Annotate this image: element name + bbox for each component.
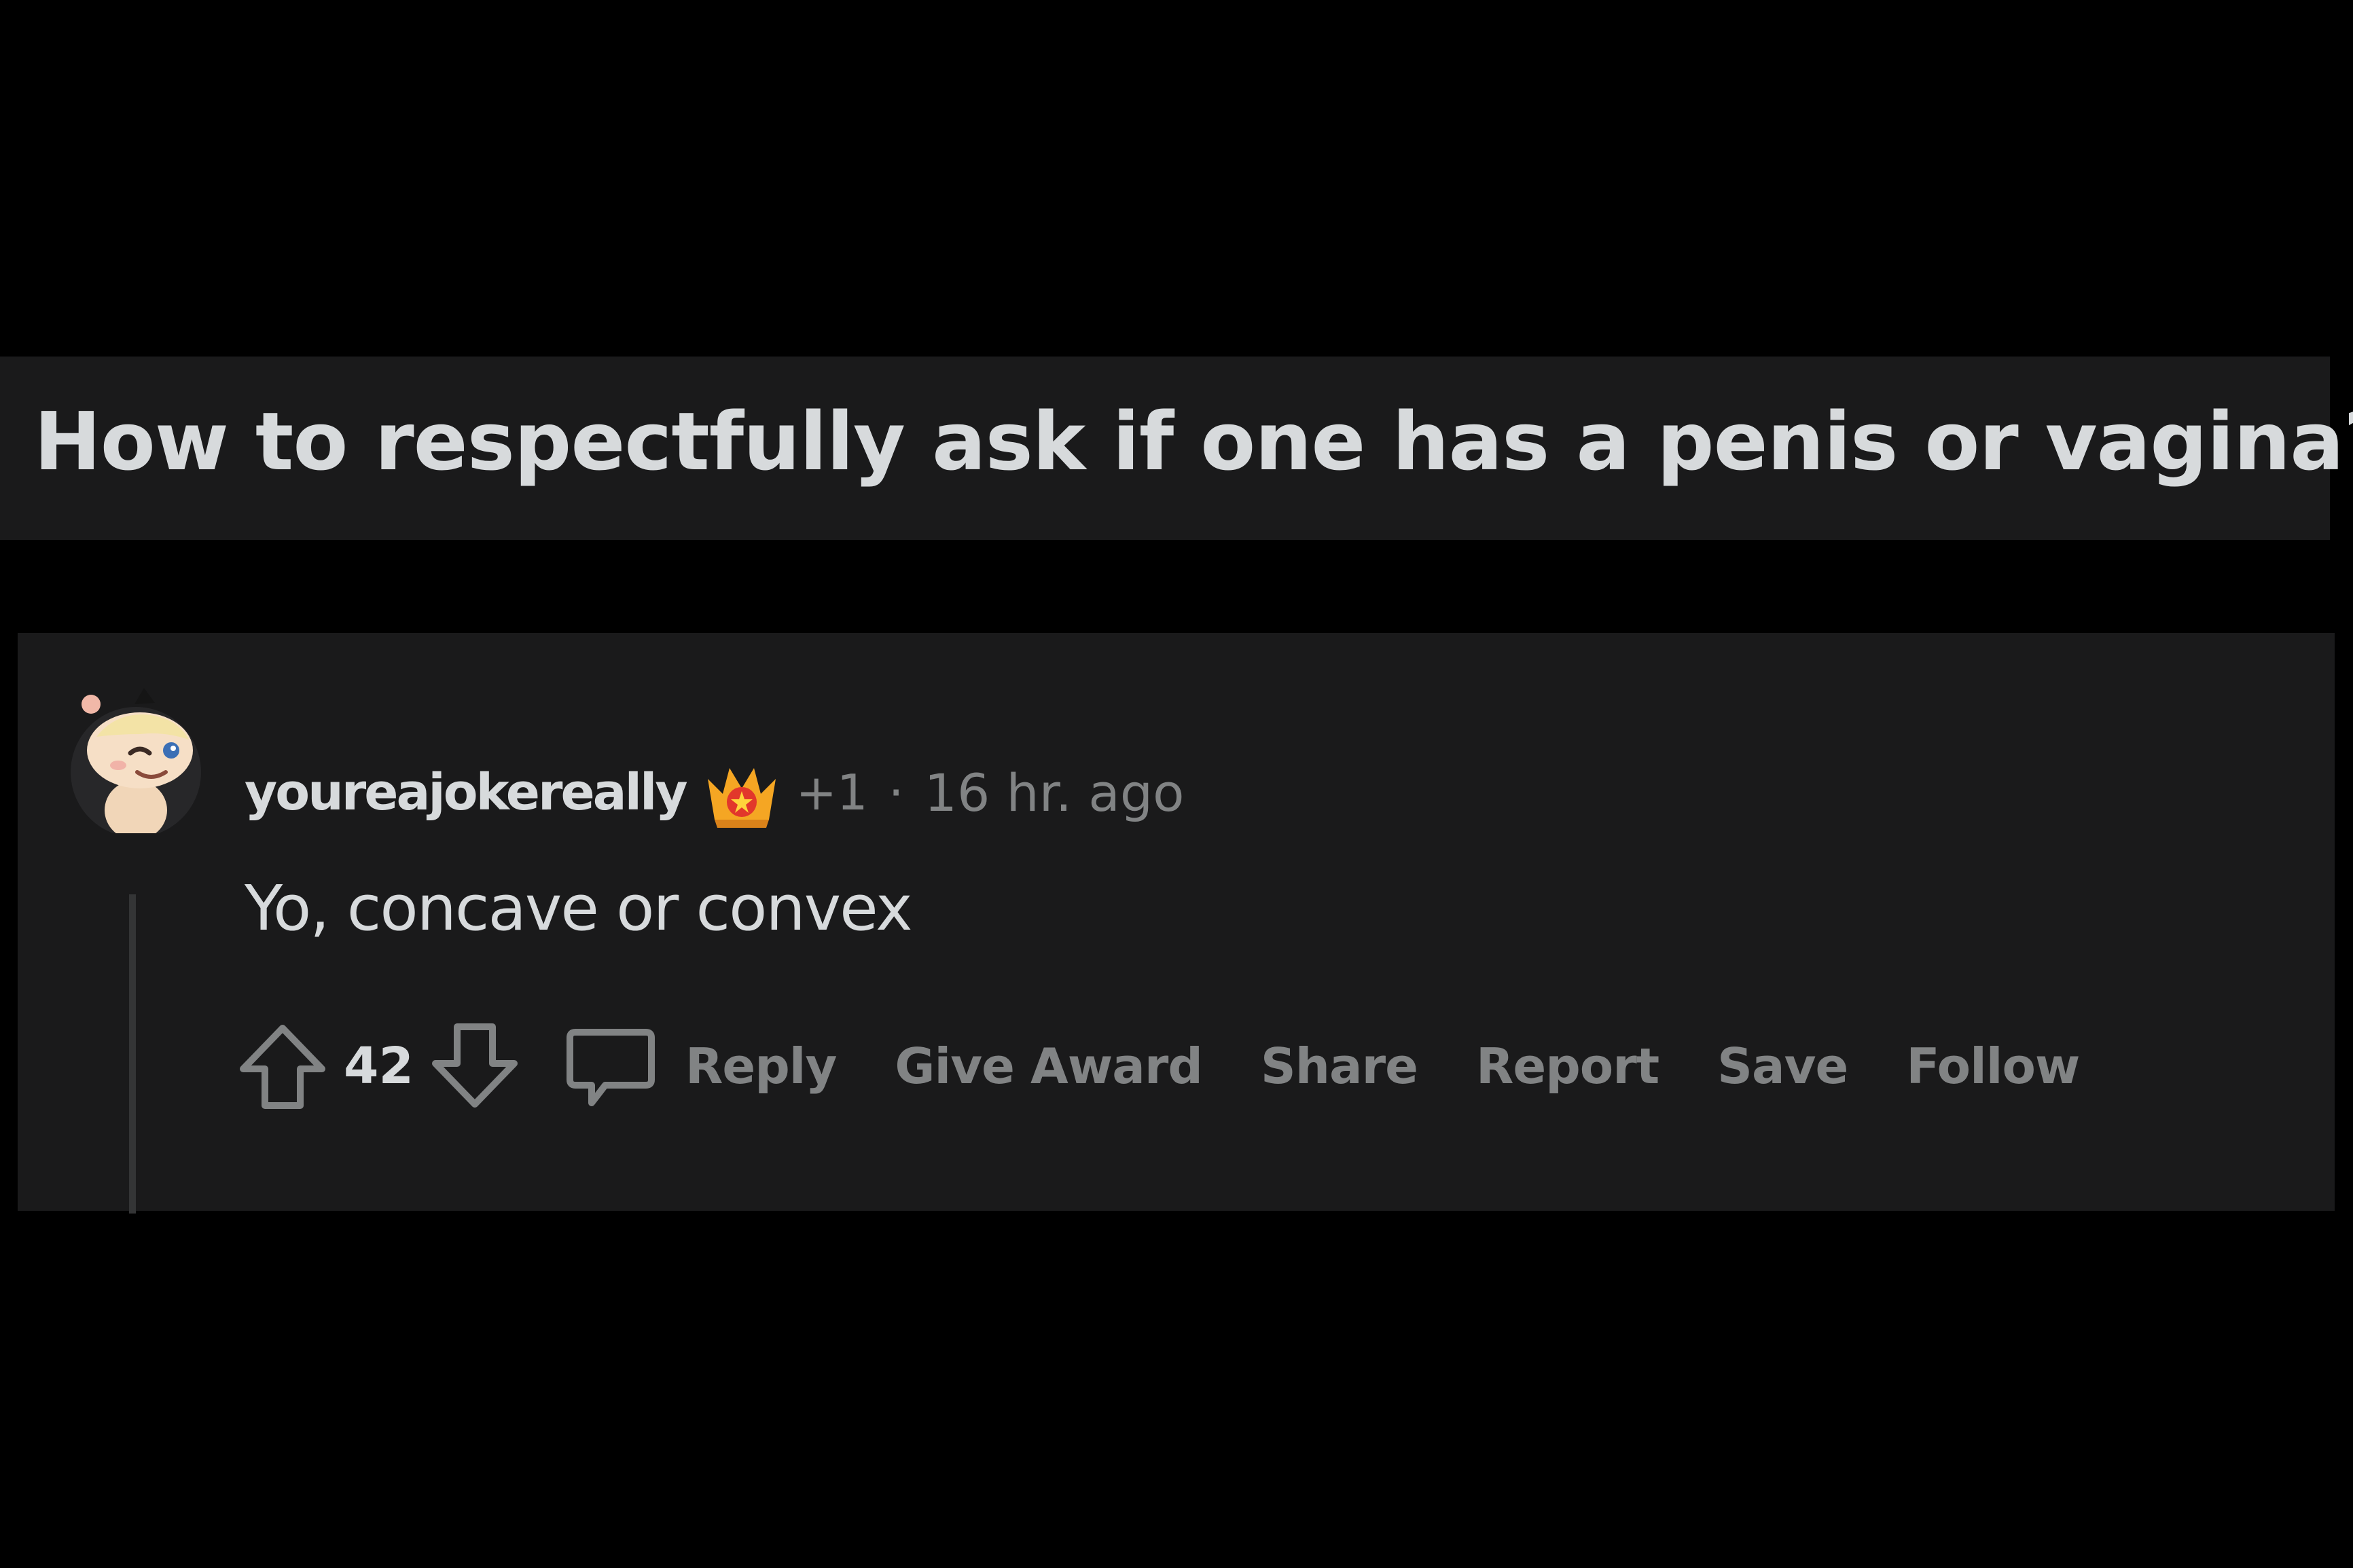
vote-count: 42 [344,1037,414,1095]
award-count: +1 [795,764,868,821]
comment-body: Yo, concave or convex [245,872,913,945]
avatar-icon[interactable] [69,684,219,833]
crown-award-icon[interactable] [701,752,783,833]
post-title-bar: How to respectfully ask if one has a pen… [0,357,2353,540]
upvote-arrow-icon[interactable] [235,1019,330,1114]
comment-card: youreajokereally +1 · 16 hr. ago Yo, con… [18,633,2335,1214]
share-button[interactable]: Share [1261,1038,1418,1095]
speech-bubble-icon [566,1029,655,1106]
thread-line[interactable] [129,894,136,1214]
downvote-arrow-icon[interactable] [427,1019,522,1114]
post-title[interactable]: How to respectfully ask if one has a pen… [34,395,2353,488]
reply-label: Reply [685,1038,837,1095]
comment-timestamp[interactable]: 16 hr. ago [924,763,1185,823]
give-award-button[interactable]: Give Award [895,1038,1202,1095]
report-button[interactable]: Report [1476,1038,1659,1095]
save-button[interactable]: Save [1717,1038,1848,1095]
comment-author[interactable]: youreajokereally [245,763,688,822]
meta-separator: · [888,764,904,821]
comment-action-bar: 42 Reply Give Award Share Report Save Fo… [235,1012,2080,1120]
comment-meta: youreajokereally +1 · 16 hr. ago [245,752,1185,833]
follow-button[interactable]: Follow [1906,1038,2080,1095]
reply-button[interactable]: Reply [563,1019,837,1114]
